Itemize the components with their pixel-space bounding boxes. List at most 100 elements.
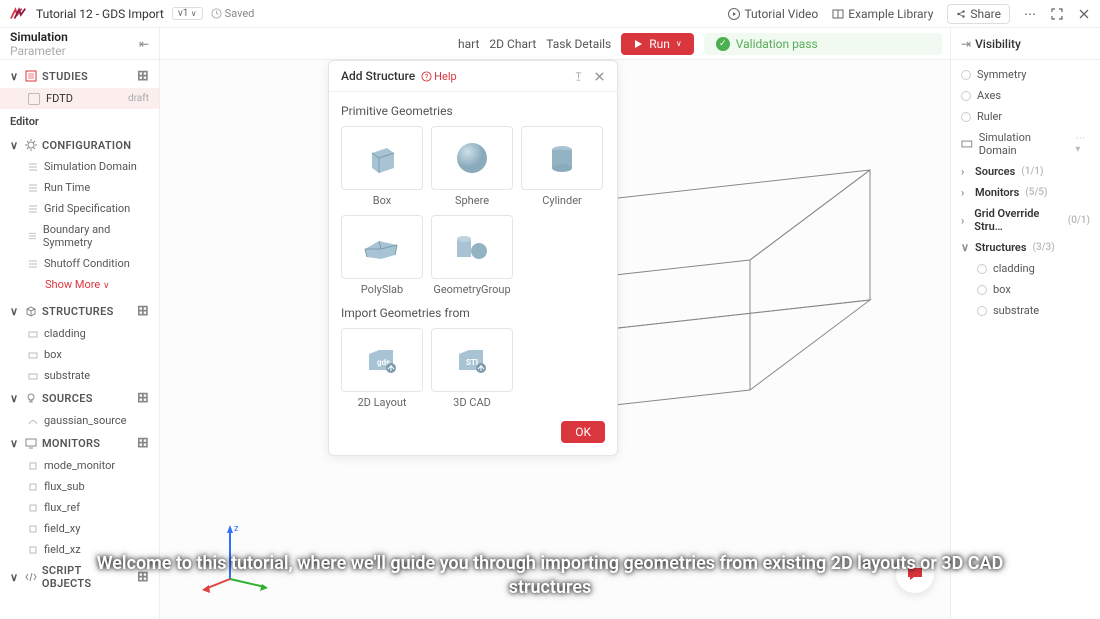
struct-icon	[28, 329, 38, 339]
modal-pin-icon[interactable]	[573, 71, 584, 82]
vis-structures[interactable]: ∨Structures(3/3)	[951, 237, 1100, 258]
vis-box[interactable]: box	[951, 279, 1100, 300]
struct-icon	[28, 371, 38, 381]
tab-hart-partial[interactable]: hart	[458, 37, 479, 51]
validation-status: ✓ Validation pass	[704, 33, 942, 55]
show-more-link[interactable]: Show More ∨	[0, 274, 159, 299]
vis-monitors[interactable]: ›Monitors(5/5)	[951, 182, 1100, 203]
add-structure-icon[interactable]: ⊞	[137, 303, 149, 319]
tree-item-simulation-domain[interactable]: Simulation Domain	[0, 156, 159, 177]
vis-symmetry[interactable]: Symmetry	[951, 64, 1100, 85]
chat-icon	[905, 564, 925, 584]
tree-item-grid-spec[interactable]: Grid Specification	[0, 198, 159, 219]
saved-status: Saved	[211, 7, 255, 20]
add-study-icon[interactable]: ⊞	[137, 68, 149, 84]
help-icon: ?	[421, 71, 432, 82]
visibility-title: Visibility	[975, 37, 1021, 51]
section-structures[interactable]: ∨ STRUCTURES ⊞	[0, 299, 159, 323]
vis-substrate[interactable]: substrate	[951, 300, 1100, 321]
section-script-objects[interactable]: ∨ SCRIPT OBJECTS ⊞	[0, 560, 159, 594]
studies-icon	[24, 69, 38, 83]
list-icon	[28, 259, 38, 269]
tree-item-box[interactable]: box	[0, 344, 159, 365]
mon-icon	[28, 545, 38, 555]
fullscreen-icon[interactable]	[1050, 7, 1064, 21]
close-icon[interactable]	[1078, 8, 1090, 20]
vis-axes[interactable]: Axes	[951, 85, 1100, 106]
vis-grid-override[interactable]: ›Grid Override Stru…(0/1)	[951, 203, 1100, 237]
geom-cylinder[interactable]: Cylinder	[521, 126, 603, 207]
import-section-title: Import Geometries from	[341, 306, 605, 320]
tree-item-boundary[interactable]: Boundary and Symmetry	[0, 219, 159, 253]
modal-title: Add Structure	[341, 69, 415, 83]
section-monitors[interactable]: ∨ MONITORS ⊞	[0, 431, 159, 455]
mon-icon	[28, 482, 38, 492]
add-source-icon[interactable]: ⊞	[137, 390, 149, 406]
add-monitor-icon[interactable]: ⊞	[137, 435, 149, 451]
struct-icon	[28, 350, 38, 360]
run-button[interactable]: Run ∨	[621, 33, 694, 55]
vis-ruler[interactable]: Ruler	[951, 106, 1100, 127]
tab-2d-chart[interactable]: 2D Chart	[489, 37, 536, 51]
import-3d-cad[interactable]: STL 3D CAD	[431, 328, 513, 409]
primitive-section-title: Primitive Geometries	[341, 104, 605, 118]
modal-close-icon[interactable]	[594, 71, 605, 82]
example-library-link[interactable]: Example Library	[832, 7, 933, 21]
tree-item-flux-sub[interactable]: flux_sub	[0, 476, 159, 497]
tree-item-run-time[interactable]: Run Time	[0, 177, 159, 198]
help-link[interactable]: ? Help	[421, 70, 457, 83]
tab-task-details[interactable]: Task Details	[546, 37, 611, 51]
fdtd-icon	[28, 93, 40, 105]
section-sources[interactable]: ∨ SOURCES ⊞	[0, 386, 159, 410]
version-badge[interactable]: v1 ∨	[172, 7, 203, 20]
gear-icon	[24, 138, 38, 152]
tree-item-gaussian-source[interactable]: gaussian_source	[0, 410, 159, 431]
chat-fab[interactable]	[895, 554, 935, 594]
tree-item-shutoff[interactable]: Shutoff Condition	[0, 253, 159, 274]
list-icon	[28, 204, 38, 214]
tab-parameter[interactable]: Parameter	[10, 44, 66, 58]
section-studies[interactable]: ∨ STUDIES ⊞	[0, 64, 159, 88]
vis-sim-domain[interactable]: Simulation Domain ⋯▾	[951, 127, 1100, 161]
add-structure-modal: Add Structure ? Help Primitive Geometrie…	[328, 60, 618, 456]
play-icon	[728, 8, 740, 20]
svg-text:?: ?	[425, 72, 429, 81]
share-button[interactable]: Share	[947, 4, 1010, 24]
ok-button[interactable]: OK	[561, 421, 605, 443]
tree-item-field-xz[interactable]: field_xz	[0, 539, 159, 560]
tree-item-substrate[interactable]: substrate	[0, 365, 159, 386]
share-icon	[956, 9, 966, 19]
tree-item-flux-ref[interactable]: flux_ref	[0, 497, 159, 518]
geom-group[interactable]: GeometryGroup	[431, 215, 513, 296]
vis-sources[interactable]: ›Sources(1/1)	[951, 161, 1100, 182]
more-menu-icon[interactable]: ⋯	[1024, 7, 1036, 21]
svg-text:z: z	[234, 524, 239, 534]
cube-icon	[24, 304, 38, 318]
list-icon	[28, 162, 38, 172]
clock-icon	[211, 8, 222, 19]
tab-simulation[interactable]: Simulation	[10, 30, 68, 44]
collapse-left-icon[interactable]: ⇤	[139, 37, 149, 51]
tree-item-fdtd[interactable]: FDTD draft	[0, 88, 159, 109]
app-logo	[10, 7, 28, 21]
list-icon	[28, 183, 38, 193]
section-configuration[interactable]: ∨ CONFIGURATION	[0, 134, 159, 156]
domain-menu-icon[interactable]: ⋯▾	[1075, 133, 1090, 155]
mon-icon	[28, 461, 38, 471]
tree-item-cladding[interactable]: cladding	[0, 323, 159, 344]
geom-polyslab[interactable]: PolySlab	[341, 215, 423, 296]
expand-right-icon[interactable]: ⇥	[961, 37, 971, 51]
play-icon	[633, 39, 643, 49]
source-icon	[28, 416, 38, 426]
tutorial-video-link[interactable]: Tutorial Video	[728, 7, 818, 21]
axes-gizmo[interactable]: z	[200, 519, 280, 599]
tree-item-field-xy[interactable]: field_xy	[0, 518, 159, 539]
editor-label: Editor	[0, 109, 159, 134]
tree-item-mode-monitor[interactable]: mode_monitor	[0, 455, 159, 476]
add-script-icon[interactable]: ⊞	[137, 569, 149, 585]
import-2d-layout[interactable]: gds 2D Layout	[341, 328, 423, 409]
mon-icon	[28, 524, 38, 534]
geom-box[interactable]: Box	[341, 126, 423, 207]
vis-cladding[interactable]: cladding	[951, 258, 1100, 279]
geom-sphere[interactable]: Sphere	[431, 126, 513, 207]
